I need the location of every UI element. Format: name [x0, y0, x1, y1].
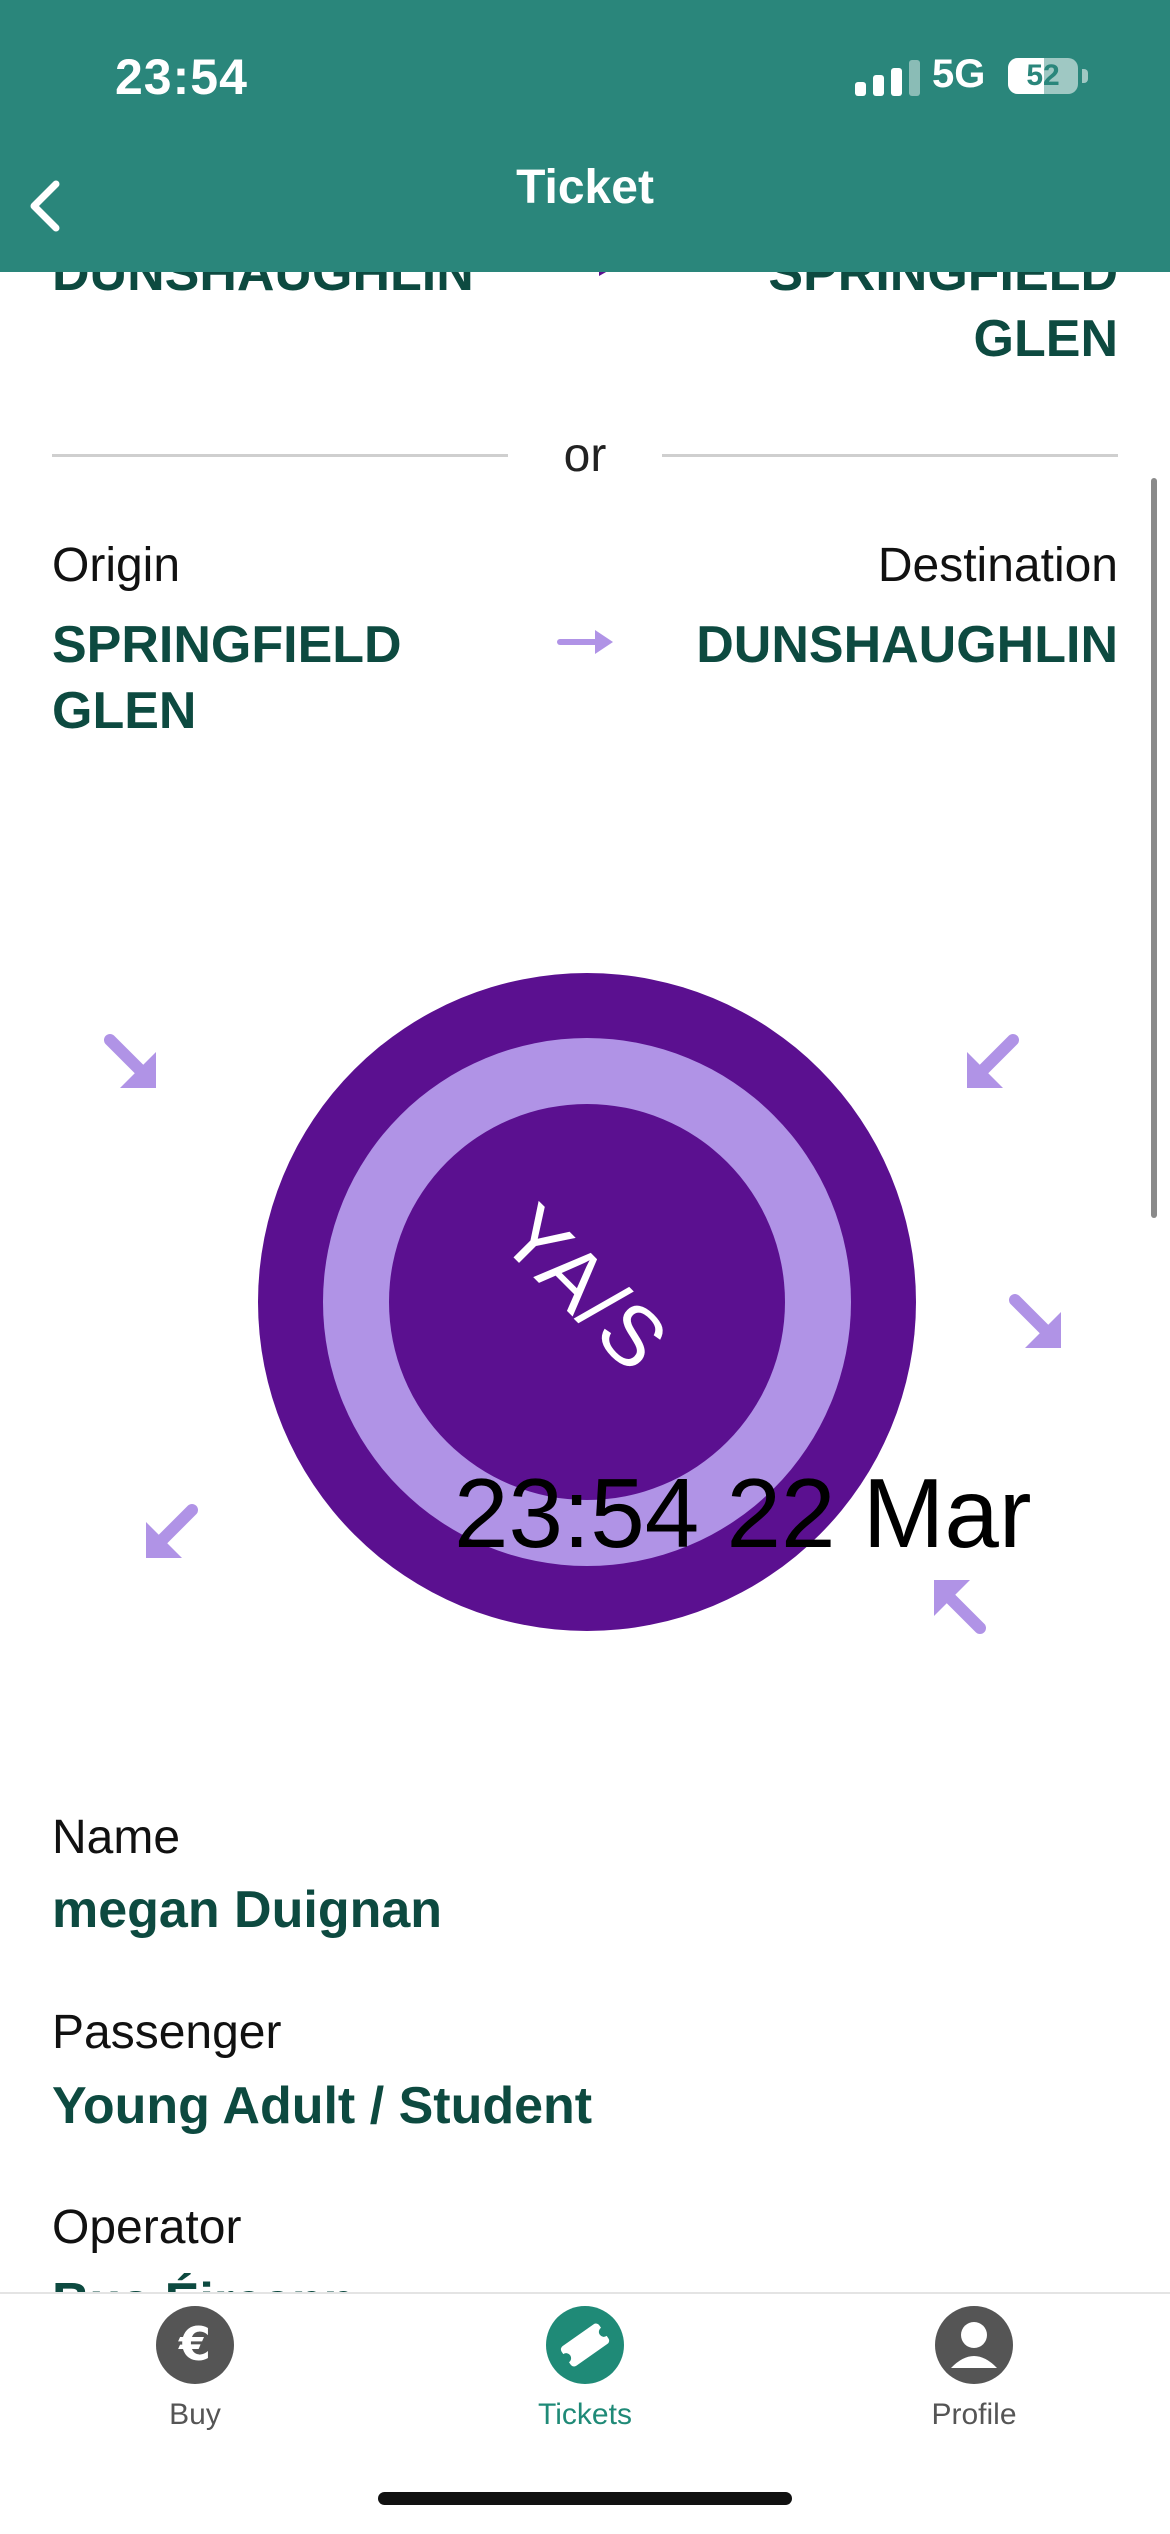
- name-value: megan Duignan: [52, 1881, 443, 1939]
- tab-buy-label: Buy: [169, 2398, 221, 2431]
- euro-icon: €: [156, 2306, 234, 2384]
- operator-label: Operator: [52, 2201, 242, 2254]
- tab-profile-label: Profile: [931, 2398, 1017, 2431]
- battery-level: 52: [1026, 59, 1060, 92]
- tab-tickets-label: Tickets: [538, 2398, 632, 2431]
- arrow-down-left-icon: [146, 1504, 198, 1558]
- scrollbar[interactable]: [1151, 478, 1157, 1218]
- destination-label: Destination: [877, 539, 1118, 592]
- arrow-down-left-icon: [967, 1034, 1019, 1088]
- cellular-signal-icon: [855, 60, 920, 96]
- arrow-right-icon: [557, 630, 613, 654]
- name-label: Name: [52, 1811, 181, 1864]
- home-indicator: [378, 2492, 792, 2505]
- arrow-down-right-icon: [104, 1034, 156, 1088]
- divider-line-right: [662, 454, 1118, 457]
- battery-icon: 52: [1008, 58, 1078, 94]
- ticket-validation-graphic: YA/S 23:54 22 Mar: [0, 940, 1170, 1680]
- svg-text:€: €: [178, 2317, 211, 2371]
- battery-tip: [1082, 69, 1088, 83]
- tab-profile[interactable]: Profile: [874, 2306, 1074, 2432]
- passenger-value: Young Adult / Student: [52, 2077, 593, 2135]
- tab-buy[interactable]: € Buy: [95, 2306, 295, 2432]
- origin-label: Origin: [52, 539, 181, 592]
- ticket-timestamp: 23:54 22 Mar: [454, 1458, 1032, 1568]
- arrow-up-left-icon: [934, 1580, 986, 1634]
- page-title: Ticket: [516, 161, 654, 214]
- status-time: 23:54: [115, 49, 248, 105]
- network-type: 5G: [932, 52, 986, 96]
- arrow-down-right-icon: [1009, 1294, 1061, 1348]
- app-header: 23:54 5G 52 Ticket: [0, 0, 1170, 272]
- origin-station: SPRINGFIELD GLEN: [52, 616, 402, 740]
- or-divider: or: [52, 420, 1118, 500]
- tab-tickets[interactable]: Tickets: [485, 2306, 685, 2432]
- ticket-icon: [546, 2306, 624, 2384]
- profile-icon: [935, 2306, 1013, 2384]
- destination-station: DUNSHAUGHLIN: [696, 616, 1118, 674]
- passenger-label: Passenger: [52, 2006, 282, 2059]
